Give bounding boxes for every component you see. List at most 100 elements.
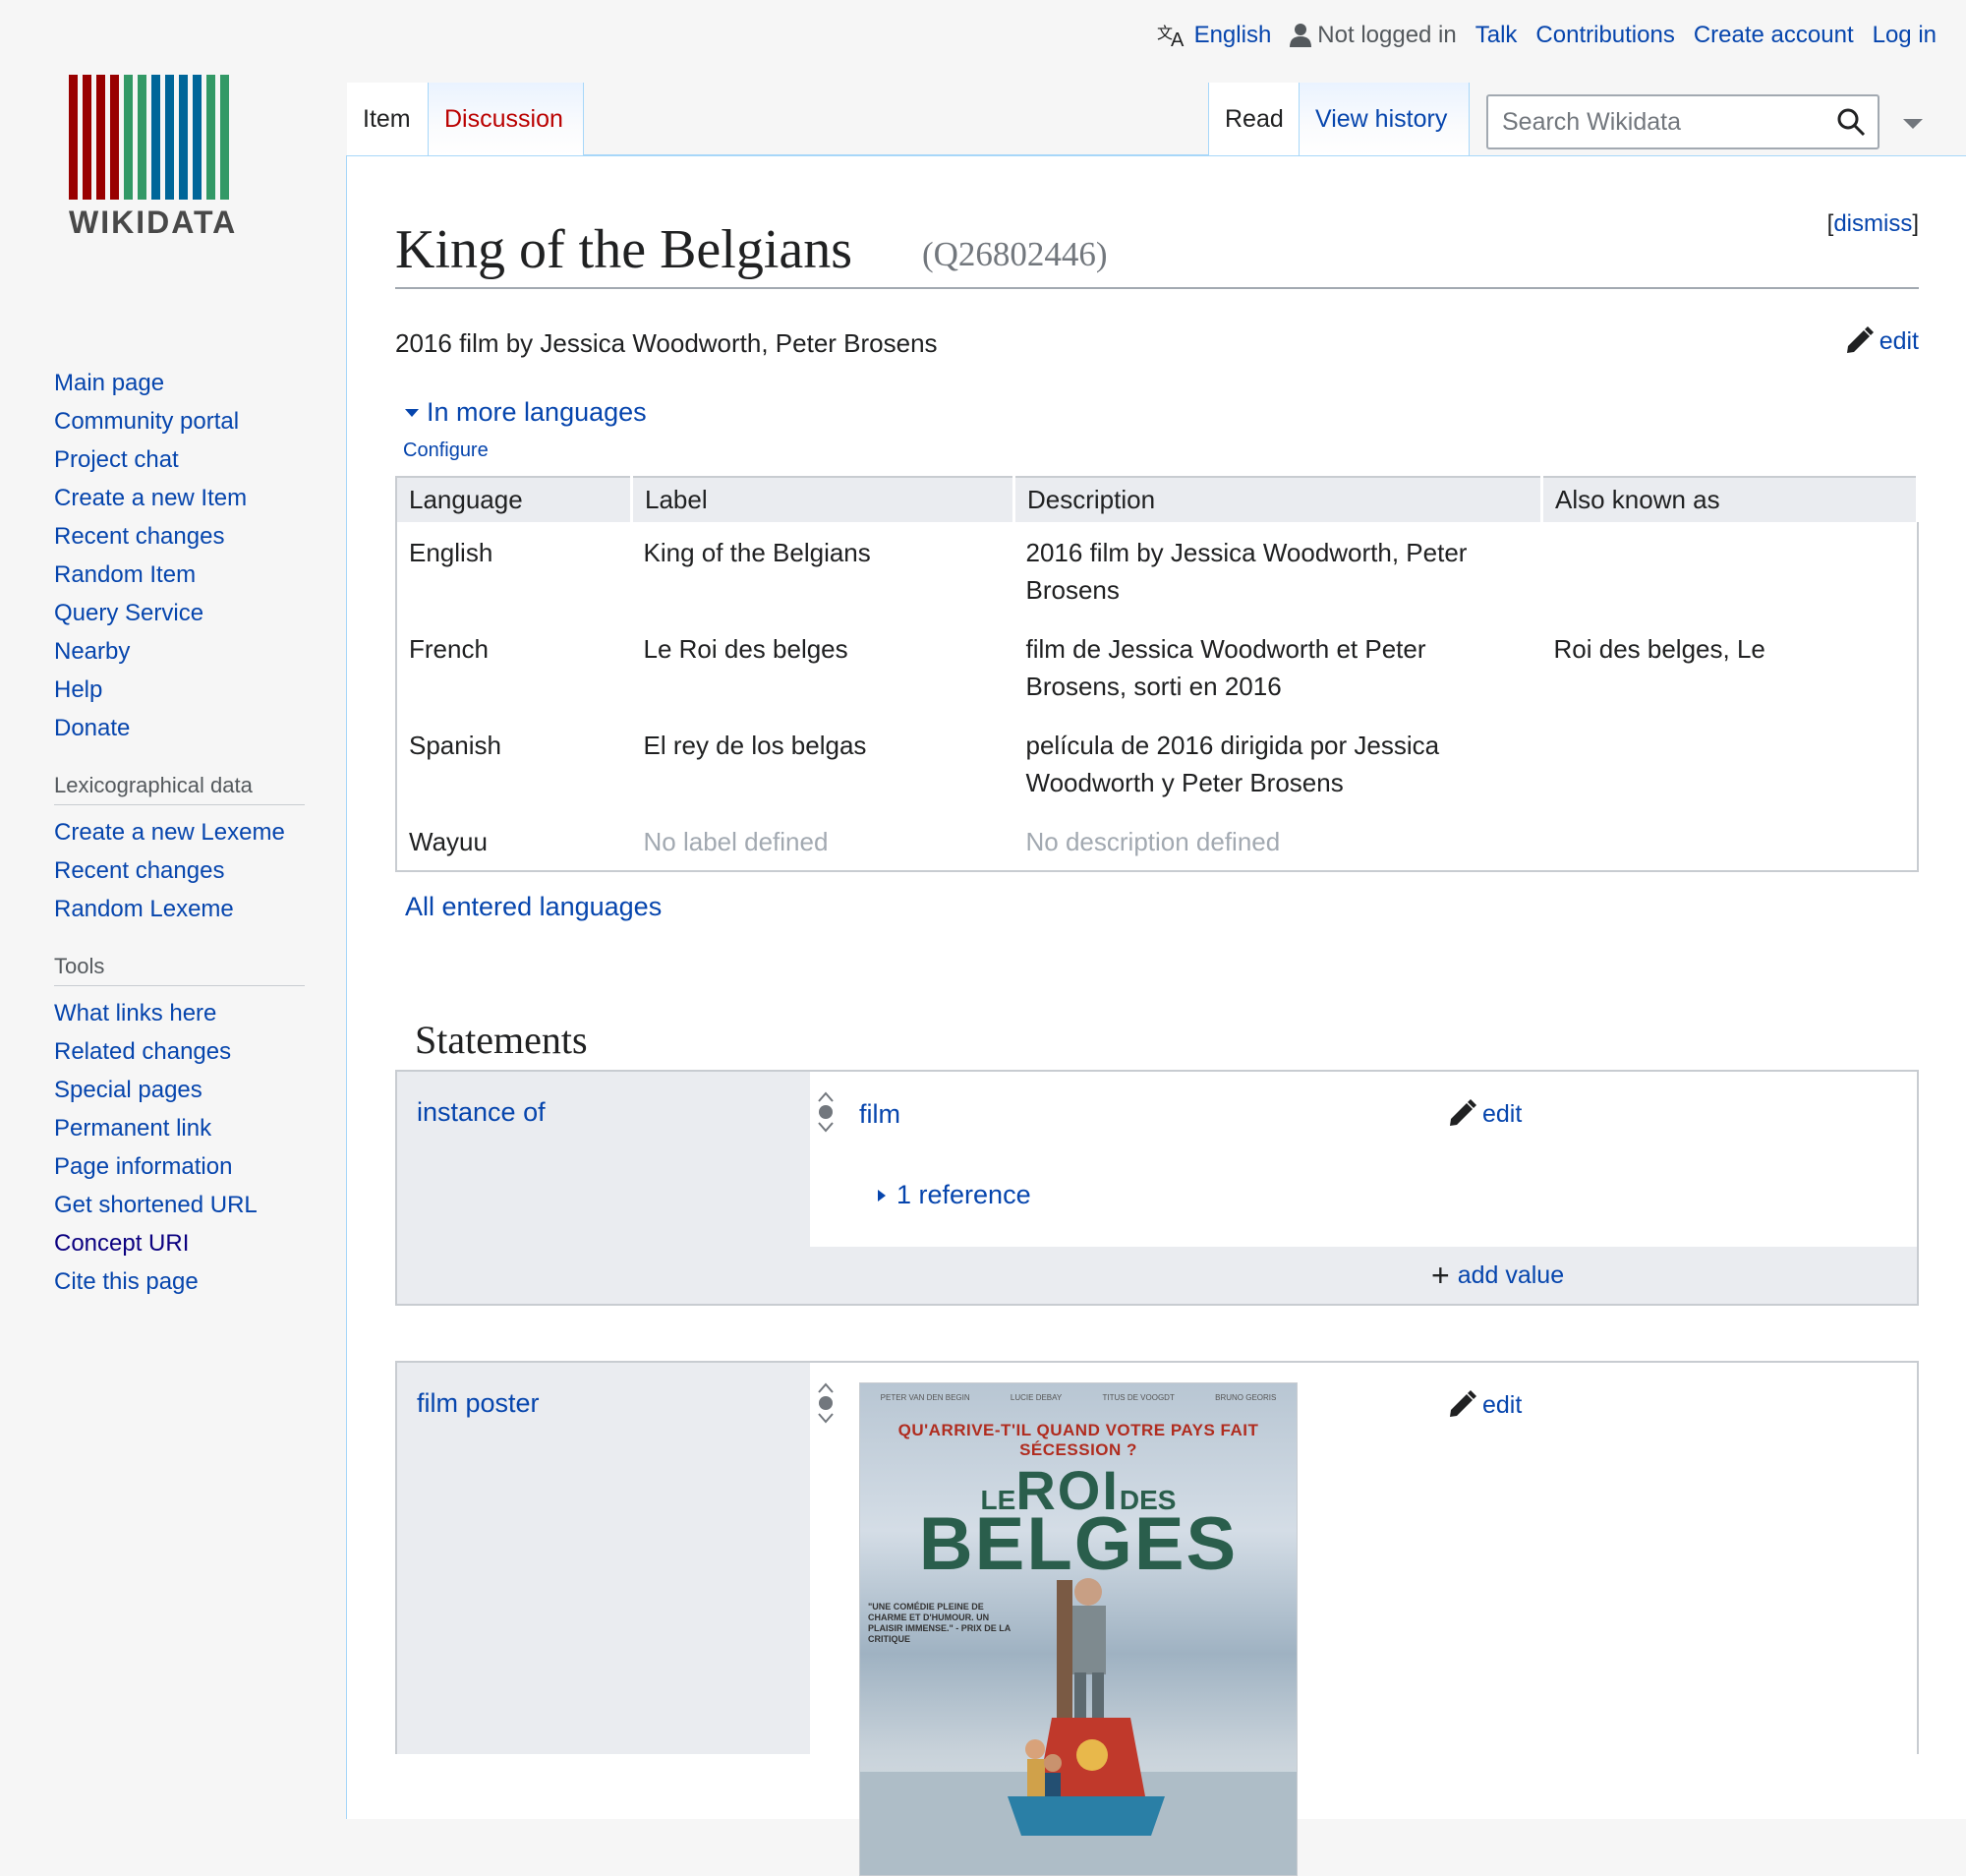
pencil-icon xyxy=(1450,1099,1476,1126)
tab-discussion[interactable]: Discussion xyxy=(429,83,584,155)
sidebar-item-tool-page-information[interactable]: Page information xyxy=(54,1153,232,1180)
sidebar-item-tool-permanent-link[interactable]: Permanent link xyxy=(54,1115,211,1142)
sidebar-item-project-chat[interactable]: Project chat xyxy=(54,446,179,473)
terms-table: Language Label Description Also known as… xyxy=(395,476,1919,872)
logo-bar xyxy=(165,75,174,200)
cell-description: film de Jessica Woodworth et Peter Brose… xyxy=(1025,634,1426,701)
sidebar-item-create-a-new-item[interactable]: Create a new Item xyxy=(54,485,247,511)
more-actions-dropdown[interactable] xyxy=(1903,118,1923,136)
sidebar-item-lexeme-create-a-new-lexeme[interactable]: Create a new Lexeme xyxy=(54,819,285,846)
sidebar-item: Random Lexeme xyxy=(54,890,310,928)
sidebar-item-main-page[interactable]: Main page xyxy=(54,370,164,396)
description-row: 2016 film by Jessica Woodworth, Peter Br… xyxy=(395,326,1919,397)
sidebar-item-lexeme-random-lexeme[interactable]: Random Lexeme xyxy=(54,896,234,922)
film-poster-image[interactable]: PETER VAN DEN BEGIN LUCIE DEBAY TITUS DE… xyxy=(859,1382,1298,1876)
rank-selector[interactable] xyxy=(816,1382,836,1429)
property-film-poster[interactable]: film poster xyxy=(417,1388,540,1418)
dismiss-notice: [dismiss] xyxy=(1826,210,1919,237)
sidebar-item: Main page xyxy=(54,364,310,402)
logo-bar xyxy=(138,75,146,200)
search-input[interactable] xyxy=(1500,106,1836,138)
table-row: English King of the Belgians 2016 film by … xyxy=(396,522,1918,618)
cell-aliases: Roi des belges, Le xyxy=(1553,634,1765,664)
talk-link[interactable]: Talk xyxy=(1475,22,1518,49)
sidebar-item-random-item[interactable]: Random Item xyxy=(54,561,196,588)
sidebar-item-tool-what-links-here[interactable]: What links here xyxy=(54,1000,216,1026)
sidebar-item-query-service[interactable]: Query Service xyxy=(54,600,203,626)
title-row: King of the Belgians (Q26802446) [dismis… xyxy=(395,208,1919,289)
user-status: Not logged in xyxy=(1290,22,1457,49)
sidebar-item-tool-cite-this-page[interactable]: Cite this page xyxy=(54,1268,199,1295)
terms-body: English King of the Belgians 2016 film by … xyxy=(396,522,1918,871)
sidebar-item-tool-concept-uri[interactable]: Concept URI xyxy=(54,1230,189,1257)
logo-wordmark: WIKIDATA xyxy=(69,205,238,240)
sidebar-item: Query Service xyxy=(54,594,310,632)
tab-read[interactable]: Read xyxy=(1208,83,1300,155)
more-languages-label: In more languages xyxy=(427,397,647,427)
rank-selector[interactable] xyxy=(816,1091,836,1138)
dismiss-link[interactable]: dismiss xyxy=(1833,210,1912,237)
sidebar-item: Recent changes xyxy=(54,851,310,890)
property-instance-of[interactable]: instance of xyxy=(417,1097,546,1127)
tools-list: What links here Related changes Special pa… xyxy=(54,994,310,1301)
translate-icon: 文 A xyxy=(1157,24,1185,48)
references-toggle[interactable]: 1 reference xyxy=(875,1180,1031,1210)
plus-icon: + xyxy=(1431,1258,1450,1293)
cell-aliases xyxy=(1542,715,1918,811)
navigation-list: Main page Community portal Project chat Cre… xyxy=(54,364,310,747)
search-icon[interactable] xyxy=(1836,107,1866,137)
tab-item[interactable]: Item xyxy=(347,83,429,155)
statement-value: film edit 1 reference xyxy=(810,1072,1917,1247)
edit-label: edit xyxy=(1482,1390,1523,1419)
normal-rank-icon xyxy=(818,1091,834,1133)
wikidata-logo[interactable]: WIKIDATA xyxy=(69,75,275,241)
contributions-link[interactable]: Contributions xyxy=(1535,22,1674,49)
value-film-link[interactable]: film xyxy=(859,1099,900,1130)
description-edit-button[interactable]: edit xyxy=(1844,326,1919,356)
sidebar-item: Page information xyxy=(54,1147,310,1186)
header-label: Label xyxy=(631,477,1015,522)
log-in-link[interactable]: Log in xyxy=(1873,22,1937,49)
cell-language: French xyxy=(409,634,489,664)
sidebar-item-recent-changes[interactable]: Recent changes xyxy=(54,523,224,550)
tab-view-history[interactable]: View history xyxy=(1300,83,1470,155)
sidebar-item-community-portal[interactable]: Community portal xyxy=(54,408,239,435)
sidebar-item-nearby[interactable]: Nearby xyxy=(54,638,130,665)
sidebar-item: Random Item xyxy=(54,556,310,594)
sidebar-item: Create a new Item xyxy=(54,479,310,517)
sidebar-item-tool-get-shortened-url[interactable]: Get shortened URL xyxy=(54,1192,258,1218)
more-languages-toggle[interactable]: In more languages xyxy=(403,397,1919,428)
sidebar-item-tool-special-pages[interactable]: Special pages xyxy=(54,1077,202,1103)
logo-bar xyxy=(220,75,229,200)
cell-label: Le Roi des belges xyxy=(643,634,848,664)
create-account-link[interactable]: Create account xyxy=(1694,22,1854,49)
item-description: 2016 film by Jessica Woodworth, Peter Br… xyxy=(395,328,938,358)
cell-aliases xyxy=(1542,522,1918,618)
sidebar-item-help[interactable]: Help xyxy=(54,676,102,703)
pencil-icon xyxy=(1450,1390,1476,1417)
language-selector[interactable]: 文 A English xyxy=(1157,22,1272,49)
sidebar-item: Permanent link xyxy=(54,1109,310,1147)
header-aliases: Also known as xyxy=(1541,477,1919,522)
sidebar-item-tool-related-changes[interactable]: Related changes xyxy=(54,1038,231,1065)
edit-label: edit xyxy=(1879,326,1919,355)
item-id: (Q26802446) xyxy=(922,235,1108,273)
cell-aliases xyxy=(1542,811,1918,871)
statement-edit-button[interactable]: edit xyxy=(1447,1390,1522,1420)
not-logged-in-text: Not logged in xyxy=(1317,22,1457,48)
sidebar-item: Community portal xyxy=(54,402,310,440)
statement-edit-button[interactable]: edit xyxy=(1447,1099,1522,1129)
configure-link[interactable]: Configure xyxy=(403,440,489,461)
language-link[interactable]: English xyxy=(1194,22,1272,49)
tools-heading: Tools xyxy=(54,954,305,986)
lexico-list: Create a new Lexeme Recent changes Random … xyxy=(54,813,310,928)
all-languages-link[interactable]: All entered languages xyxy=(405,892,662,921)
sidebar-item-donate[interactable]: Donate xyxy=(54,715,130,741)
logo-bar xyxy=(96,75,105,200)
normal-rank-icon xyxy=(818,1382,834,1424)
sidebar-item-lexeme-recent-changes[interactable]: Recent changes xyxy=(54,857,224,884)
add-value-button[interactable]: + add value xyxy=(810,1247,1917,1304)
sidebar-item: Donate xyxy=(54,709,310,747)
cell-description: 2016 film by Jessica Woodworth, Peter Br… xyxy=(1025,538,1468,605)
terms-header-row: Language Label Description Also known as xyxy=(396,477,1919,522)
